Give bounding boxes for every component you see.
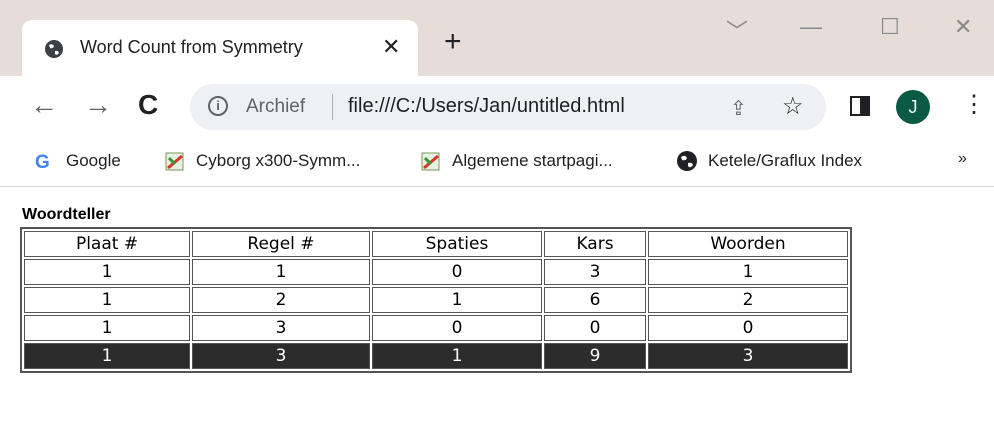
word-count-table: Plaat # Regel # Spaties Kars Woorden 1 1… [20,227,852,373]
globe-icon [45,40,63,58]
minimize-button[interactable]: — [800,14,822,40]
forward-button[interactable]: → [84,90,112,120]
table-row: 1 3 0 0 0 [24,315,848,341]
divider [332,94,333,120]
table-header-row: Plaat # Regel # Spaties Kars Woorden [24,231,848,257]
table-cell: 3 [192,343,370,369]
symmetry-favicon-icon [165,152,184,171]
column-header: Regel # [192,231,370,257]
globe-icon [677,151,697,171]
bookmark-label: Google [66,151,121,170]
close-tab-icon[interactable]: ✕ [382,34,400,60]
site-chip[interactable]: Archief [246,96,305,118]
table-cell: 2 [192,287,370,313]
google-icon: G [35,152,50,172]
back-button[interactable]: ← [30,90,58,120]
column-header: Spaties [372,231,542,257]
address-bar[interactable]: i Archief file:///C:/Users/Jan/untitled.… [190,84,826,130]
bookmark-ketele[interactable]: Ketele/Graflux Index [676,150,862,174]
close-window-button[interactable]: ✕ [954,14,972,40]
table-cell: 1 [24,343,190,369]
table-row: 1 1 0 3 1 [24,259,848,285]
info-icon[interactable]: i [208,96,228,116]
bookmark-star-icon[interactable]: ☆ [782,92,804,121]
table-total-row: 1 3 1 9 3 [24,343,848,369]
side-panel-icon[interactable] [850,96,870,116]
tab-title: Word Count from Symmetry [80,37,303,57]
maximize-button[interactable]: ☐ [880,14,900,40]
table-cell: 6 [544,287,646,313]
table-cell: 1 [372,343,542,369]
page-content: Woordteller Plaat # Regel # Spaties Kars… [20,206,852,373]
bookmark-label: Cyborg x300-Symm... [196,151,361,170]
reload-button[interactable]: C [138,90,158,120]
table-cell: 1 [24,287,190,313]
table-cell: 1 [192,259,370,285]
table-row: 1 2 1 6 2 [24,287,848,313]
table-cell: 0 [648,315,848,341]
table-cell: 1 [24,315,190,341]
share-icon[interactable]: ⇪ [730,96,747,121]
bookmarks-bar: G Google Cyborg x300-Symm... Algemene st… [0,138,994,187]
table-cell: 2 [648,287,848,313]
bookmark-label: Algemene startpagi... [452,151,613,170]
table-cell: 0 [544,315,646,341]
table-cell: 3 [648,343,848,369]
menu-icon[interactable]: ⋮ [962,90,986,120]
title-bar: Word Count from Symmetry ✕ + ﹀ — ☐ ✕ [0,0,994,76]
more-bookmarks-button[interactable]: » [958,150,967,168]
column-header: Kars [544,231,646,257]
table-cell: 3 [192,315,370,341]
table-cell: 0 [372,259,542,285]
bookmark-google[interactable]: G Google [34,150,121,174]
chevron-down-icon[interactable]: ﹀ [726,14,748,46]
table-cell: 0 [372,315,542,341]
bookmark-label: Ketele/Graflux Index [708,151,863,170]
table-cell: 9 [544,343,646,369]
tab-active[interactable]: Word Count from Symmetry ✕ [22,20,418,76]
column-header: Plaat # [24,231,190,257]
table-cell: 1 [648,259,848,285]
symmetry-favicon-icon [421,152,440,171]
profile-avatar[interactable]: J [896,90,930,124]
bookmark-algemene[interactable]: Algemene startpagi... [420,150,613,174]
page-title: Woordteller [22,206,111,223]
svg-text:G: G [35,152,50,172]
table-cell: 1 [24,259,190,285]
bookmark-cyborg[interactable]: Cyborg x300-Symm... [164,150,360,174]
column-header: Woorden [648,231,848,257]
table-cell: 3 [544,259,646,285]
toolbar: ← → C i Archief file:///C:/Users/Jan/unt… [0,76,994,138]
url-text[interactable]: file:///C:/Users/Jan/untitled.html [348,95,625,118]
table-cell: 1 [372,287,542,313]
new-tab-button[interactable]: + [444,27,462,57]
